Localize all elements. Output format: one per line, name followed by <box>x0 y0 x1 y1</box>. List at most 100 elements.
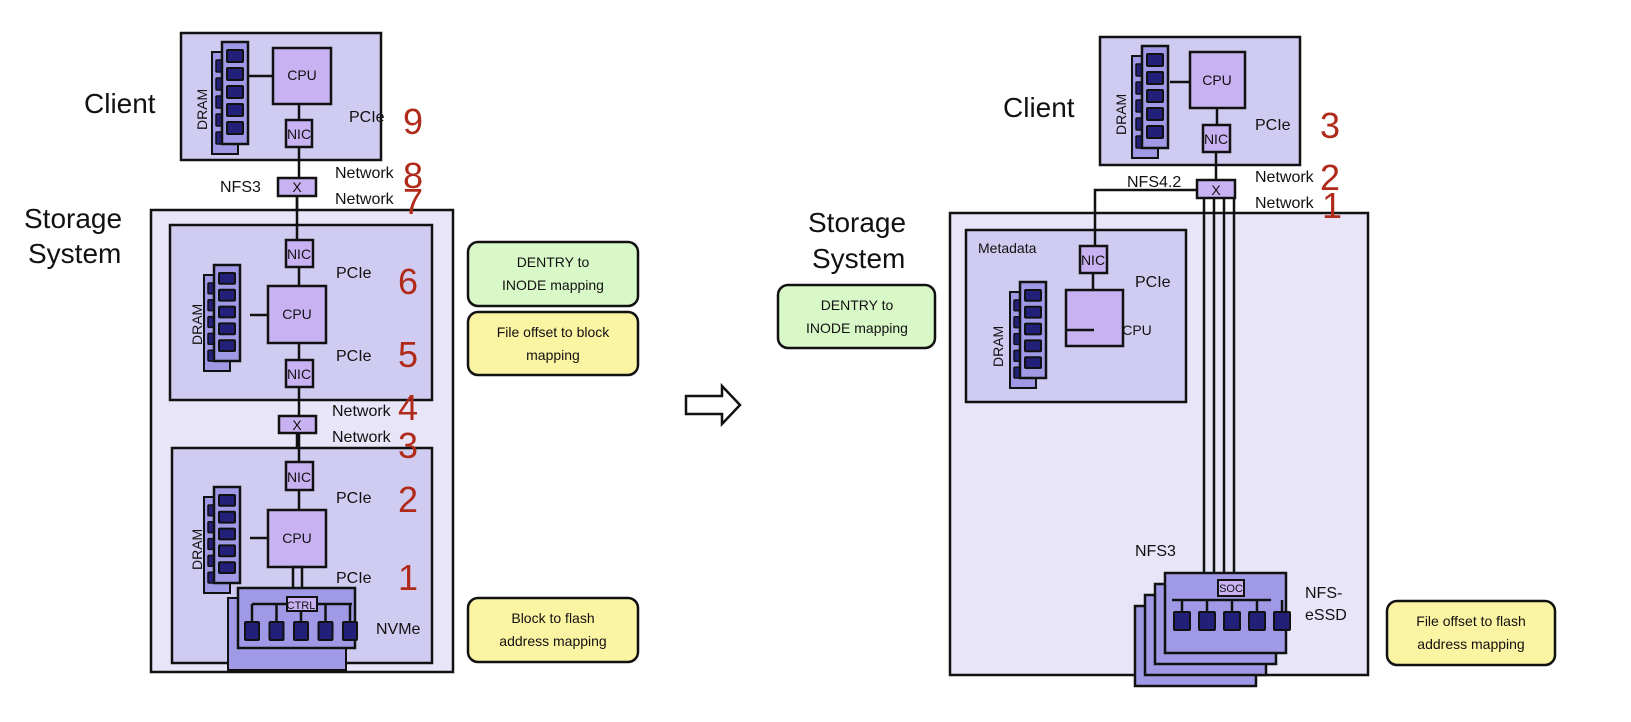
protocol-label: NFS4.2 <box>1127 174 1181 191</box>
dram-chip <box>1024 322 1042 336</box>
storage-label-line1: Storage <box>808 207 906 238</box>
dram-chip <box>1146 89 1164 103</box>
dram-chip <box>218 322 236 336</box>
flash-chip <box>317 621 334 641</box>
dram-chip <box>1146 53 1164 67</box>
step-number: 9 <box>403 101 423 142</box>
dram-chip <box>218 544 236 558</box>
note-line: File offset to flash <box>1416 613 1525 629</box>
step-number: 7 <box>403 181 423 222</box>
flash-chip <box>1273 611 1291 631</box>
pcie-label: PCIe <box>336 348 372 365</box>
switch-label: X <box>1211 182 1221 198</box>
nic-label: NIC <box>1081 252 1105 268</box>
network-label: Network <box>332 403 392 420</box>
essd-label-line2: eSSD <box>1305 607 1347 624</box>
soc-label: SOC <box>1219 583 1243 595</box>
step-number: 4 <box>398 387 418 428</box>
dram-chip <box>226 67 244 81</box>
dram-chip <box>226 103 244 117</box>
mapping-note <box>466 310 640 377</box>
cpu-label: CPU <box>287 67 317 83</box>
dram-label: DRAM <box>1113 94 1129 135</box>
pcie-label: PCIe <box>336 490 372 507</box>
flash-chip <box>1198 611 1216 631</box>
storage-label-line1: Storage <box>24 203 122 234</box>
note-line: address mapping <box>499 633 606 649</box>
dram-chip <box>218 272 236 285</box>
dram-label: DRAM <box>194 89 210 130</box>
cpu-label: CPU <box>282 530 312 546</box>
dram-chip <box>226 121 244 135</box>
flash-chip <box>1248 611 1266 631</box>
pcie-label: PCIe <box>336 570 372 587</box>
metadata-label: Metadata <box>978 240 1037 256</box>
network-label: Network <box>335 165 395 182</box>
client-label: Client <box>84 88 156 119</box>
dram-chip <box>218 494 236 507</box>
note-line: INODE mapping <box>502 277 604 293</box>
mapping-note <box>776 283 937 350</box>
nic-label: NIC <box>287 246 311 262</box>
protocol-label: NFS3 <box>220 179 261 196</box>
note-line: DENTRY to <box>517 254 590 270</box>
nic-label: NIC <box>287 366 311 382</box>
dram-chip <box>1024 339 1042 353</box>
mapping-note <box>466 596 640 664</box>
dram-label: DRAM <box>189 304 205 345</box>
flash-chip <box>244 621 260 641</box>
architecture-diagram: Client Storage System CPU NIC DRAM PCIe … <box>24 31 1557 688</box>
dram-chip <box>218 561 236 575</box>
step-number: 2 <box>398 479 418 520</box>
dram-chip <box>218 527 236 541</box>
dram-label: DRAM <box>189 529 205 570</box>
dram-chip <box>1024 289 1042 302</box>
mapping-note <box>1385 599 1557 667</box>
cpu-label: CPU <box>1202 72 1232 88</box>
storage-label-line2: System <box>28 238 121 269</box>
dram-chip <box>1024 305 1042 319</box>
cpu-label: CPU <box>282 306 312 322</box>
nic-label: NIC <box>287 126 311 142</box>
note-line: mapping <box>526 347 580 363</box>
dram-chip <box>1146 107 1164 121</box>
note-line: Block to flash <box>511 610 594 626</box>
mapping-note <box>466 240 640 308</box>
protocol-label: NFS3 <box>1135 543 1176 560</box>
pcie-label: PCIe <box>1255 117 1291 134</box>
switch-label: X <box>292 417 302 433</box>
dram-label: DRAM <box>990 326 1006 367</box>
network-label: Network <box>335 191 395 208</box>
dram-chip <box>218 339 236 353</box>
step-number: 1 <box>1322 185 1342 226</box>
step-number: 1 <box>398 557 418 598</box>
note-line: DENTRY to <box>821 297 894 313</box>
flash-chip <box>1173 611 1191 631</box>
diagram: Client Storage System CPU NIC DRAM PCIe … <box>0 0 1631 722</box>
step-number: 5 <box>398 334 418 375</box>
client-label: Client <box>1003 92 1075 123</box>
cpu-label: CPU <box>1122 322 1152 338</box>
dram-chip <box>226 85 244 99</box>
flash-chip <box>268 621 285 641</box>
dram-chip <box>218 288 236 302</box>
step-number: 6 <box>398 261 418 302</box>
note-line: address mapping <box>1417 636 1524 652</box>
pcie-label: PCIe <box>349 109 385 126</box>
storage-label-line2: System <box>812 243 905 274</box>
flash-chip <box>1223 611 1241 631</box>
cpu-box <box>1064 288 1125 348</box>
step-number: 3 <box>1320 105 1340 146</box>
note-line: INODE mapping <box>806 320 908 336</box>
nvme-label: NVMe <box>376 621 421 638</box>
dram-chip <box>218 510 236 524</box>
nic-label: NIC <box>1204 131 1228 147</box>
flash-chip <box>342 621 358 641</box>
network-label: Network <box>1255 195 1315 212</box>
note-line: File offset to block <box>497 324 611 340</box>
flash-chip <box>293 621 309 641</box>
hollow-right-arrow-icon <box>684 382 742 428</box>
dram-chip <box>1146 125 1164 139</box>
pcie-label: PCIe <box>336 265 372 282</box>
dram-chip <box>226 49 244 63</box>
